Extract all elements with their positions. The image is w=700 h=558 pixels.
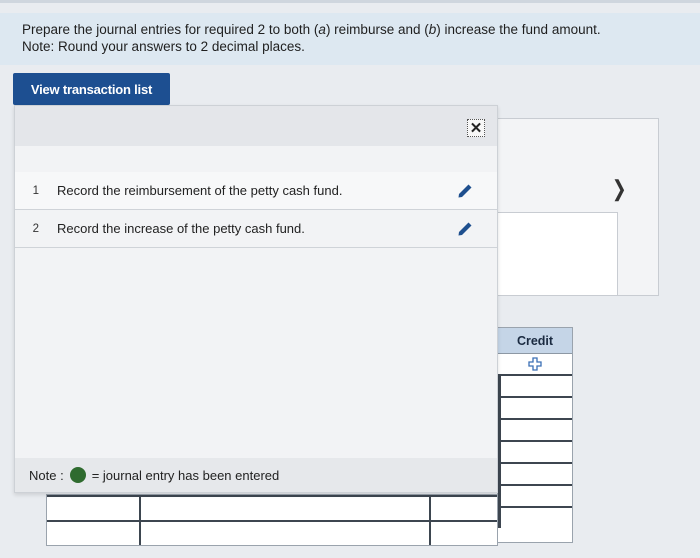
credit-input[interactable] bbox=[498, 462, 572, 484]
credit-input[interactable] bbox=[498, 396, 572, 418]
list-item[interactable]: 1 Record the reimbursement of the petty … bbox=[15, 172, 497, 210]
instructions-line-1: Prepare the journal entries for required… bbox=[22, 22, 601, 37]
transaction-description: Record the increase of the petty cash fu… bbox=[57, 221, 305, 236]
transaction-list-modal: ✕ 1 Record the reimbursement of the pett… bbox=[14, 105, 498, 493]
note-text: = journal entry has been entered bbox=[91, 467, 280, 483]
journal-entry-panel bbox=[497, 118, 659, 296]
column-divider bbox=[139, 495, 141, 545]
transaction-description: Record the reimbursement of the petty ca… bbox=[57, 183, 343, 198]
plus-icon[interactable] bbox=[498, 354, 572, 374]
entered-status-dot bbox=[69, 467, 86, 483]
journal-entry-nav-box bbox=[498, 212, 618, 296]
top-divider bbox=[0, 0, 700, 3]
journal-rows bbox=[46, 494, 498, 546]
view-transaction-list-button[interactable]: View transaction list bbox=[13, 73, 170, 105]
instructions-line-2: Note: Round your answers to 2 decimal pl… bbox=[22, 39, 305, 54]
transaction-number: 1 bbox=[32, 184, 39, 197]
note-legend: Note : = journal entry has been entered bbox=[15, 458, 497, 492]
transaction-list: 1 Record the reimbursement of the petty … bbox=[15, 172, 497, 248]
credit-column-header: Credit bbox=[498, 328, 572, 354]
credit-column: Credit bbox=[497, 327, 573, 543]
column-divider bbox=[429, 495, 431, 545]
credit-input[interactable] bbox=[498, 374, 572, 396]
pencil-icon[interactable] bbox=[457, 221, 473, 237]
note-label: Note : bbox=[29, 467, 64, 483]
credit-input[interactable] bbox=[498, 440, 572, 462]
pencil-icon[interactable] bbox=[457, 183, 473, 199]
credit-input[interactable] bbox=[498, 506, 572, 528]
list-item[interactable]: 2 Record the increase of the petty cash … bbox=[15, 210, 497, 248]
modal-header: ✕ bbox=[15, 106, 497, 146]
close-icon[interactable]: ✕ bbox=[467, 119, 485, 137]
credit-input[interactable] bbox=[498, 418, 572, 440]
instructions-panel: Prepare the journal entries for required… bbox=[0, 13, 700, 65]
transaction-number: 2 bbox=[32, 222, 39, 235]
chevron-right-icon[interactable]: ❯ bbox=[612, 176, 627, 202]
credit-input[interactable] bbox=[498, 484, 572, 506]
